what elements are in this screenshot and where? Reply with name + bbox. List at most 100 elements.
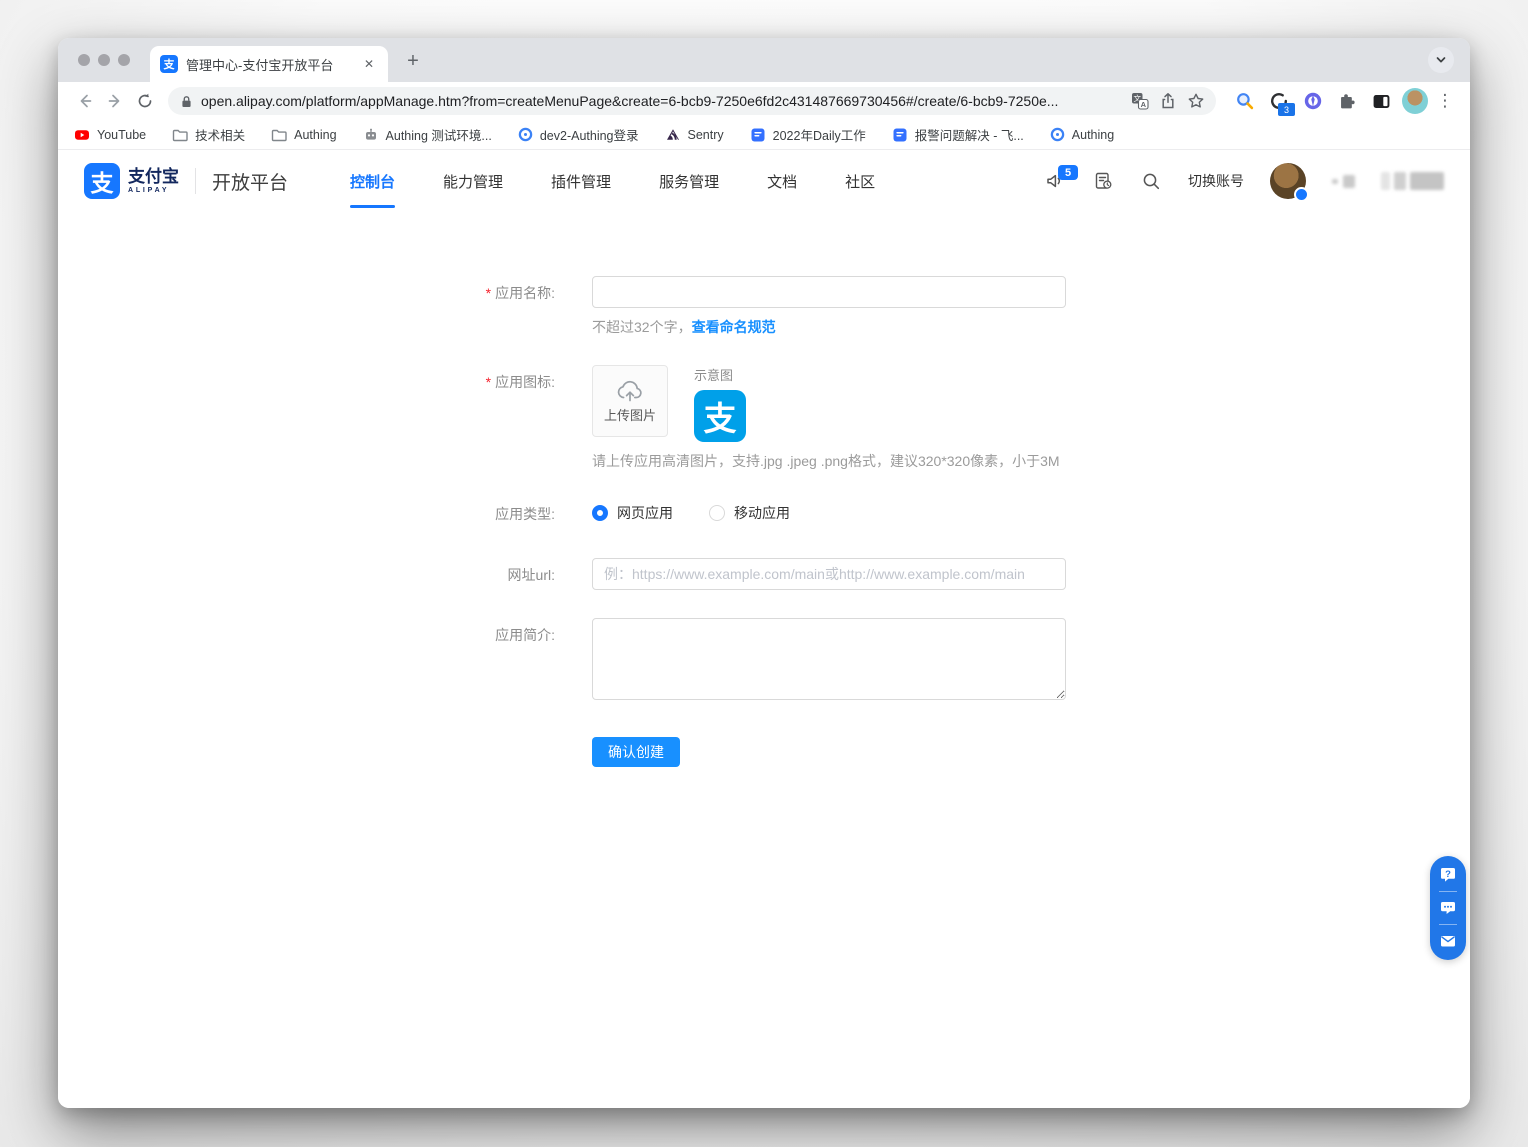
alipay-favicon-icon: 支 (160, 55, 178, 73)
extensions-area: 3 (1234, 90, 1392, 112)
extension-badge: 3 (1278, 103, 1295, 116)
extensions-puzzle-button[interactable] (1336, 90, 1358, 112)
radio-web-app[interactable]: 网页应用 (592, 503, 673, 523)
required-mark: * (486, 285, 491, 301)
user-name-redacted (1332, 175, 1355, 188)
bookmark-daily-doc[interactable]: 2022年Daily工作 (750, 125, 866, 144)
address-bar[interactable]: open.alipay.com/platform/appManage.htm?f… (168, 87, 1216, 115)
header-divider (195, 168, 196, 194)
nav-capability[interactable]: 能力管理 (443, 167, 503, 196)
search-icon (1140, 170, 1162, 192)
nav-docs[interactable]: 文档 (767, 167, 797, 196)
app-name-row: *应用名称: 不超过32个字，查看命名规范 (431, 276, 1151, 337)
switch-account-link[interactable]: 切换账号 (1188, 171, 1244, 191)
search-button[interactable] (1140, 170, 1162, 192)
announcement-button[interactable]: 5 (1044, 170, 1066, 192)
nav-community[interactable]: 社区 (845, 167, 875, 196)
url-text[interactable]: open.alipay.com/platform/appManage.htm?f… (201, 93, 1126, 109)
bookmark-folder-authing[interactable]: Authing (271, 127, 336, 143)
radio-unselected-icon[interactable] (709, 505, 725, 521)
site-url-input[interactable] (592, 558, 1066, 590)
bookmark-dev2-authing[interactable]: dev2-Authing登录 (518, 125, 639, 144)
document-clock-icon (1092, 170, 1114, 192)
extension-search-button[interactable] (1234, 90, 1256, 112)
app-desc-textarea[interactable] (592, 618, 1066, 700)
back-button[interactable] (70, 86, 100, 116)
puzzle-icon (1338, 92, 1357, 111)
share-icon (1159, 92, 1177, 110)
bookmark-star-button[interactable] (1182, 87, 1210, 115)
reload-button[interactable] (130, 86, 160, 116)
share-button[interactable] (1154, 87, 1182, 115)
lock-icon (180, 94, 193, 109)
app-icon-label: *应用图标: (431, 365, 555, 471)
bookmark-authing-test[interactable]: Authing 测试环境... (363, 125, 492, 144)
bookmark-alert-doc[interactable]: 报警问题解决 - 飞... (892, 125, 1024, 144)
user-avatar[interactable] (1270, 163, 1306, 199)
confirm-create-button[interactable]: 确认创建 (592, 737, 680, 767)
cloud-upload-icon (615, 378, 645, 402)
svg-text:?: ? (1445, 869, 1451, 880)
notification-badge: 5 (1058, 165, 1078, 180)
help-bubble-icon: ? (1439, 866, 1457, 884)
translate-button[interactable]: 文A (1126, 87, 1154, 115)
new-tab-button[interactable]: + (400, 48, 426, 74)
upload-label: 上传图片 (604, 405, 656, 424)
extension-loop-button[interactable]: 3 (1268, 90, 1290, 112)
robot-icon (363, 127, 379, 143)
alipay-logo-icon[interactable]: 支 (84, 163, 120, 199)
browser-profile-avatar[interactable] (1402, 88, 1428, 114)
feedback-mail-button[interactable] (1439, 932, 1457, 950)
app-icon-hint: 请上传应用高清图片，支持.jpg .jpeg .png格式，建议320*320像… (592, 451, 1151, 471)
minimize-window-button[interactable] (98, 54, 110, 66)
app-name-input[interactable] (592, 276, 1066, 308)
translate-icon: 文A (1131, 92, 1149, 110)
back-arrow-icon (76, 92, 94, 110)
submit-row: 确认创建 (431, 735, 1151, 767)
nav-plugin[interactable]: 插件管理 (551, 167, 611, 196)
close-tab-icon[interactable]: ✕ (360, 55, 378, 73)
bookmarks-bar: YouTube 技术相关 Authing Authing 测试环境... dev… (58, 120, 1470, 150)
help-button[interactable]: ? (1439, 866, 1457, 884)
floating-help-widget: ? (1430, 856, 1466, 960)
account-text-redacted (1381, 172, 1444, 190)
forward-button[interactable] (100, 86, 130, 116)
browser-menu-button[interactable]: ⋮ (1432, 91, 1458, 111)
zoom-window-button[interactable] (118, 54, 130, 66)
app-icon-row: *应用图标: 上传图片 示意图 支 请上传应用高清图片，支持.jpg .jpeg (431, 365, 1151, 471)
alipay-sample-logo-icon: 支 (694, 390, 746, 442)
bookmark-youtube[interactable]: YouTube (74, 127, 146, 143)
create-app-form: *应用名称: 不超过32个字，查看命名规范 *应用图标: (431, 276, 1151, 767)
close-window-button[interactable] (78, 54, 90, 66)
authing-icon (1050, 127, 1065, 142)
chat-button[interactable] (1439, 899, 1457, 917)
bookmark-folder-tech[interactable]: 技术相关 (172, 125, 245, 144)
browser-tab[interactable]: 支 管理中心-支付宝开放平台 ✕ (150, 46, 388, 82)
window-controls[interactable] (78, 54, 130, 66)
bookmark-sentry[interactable]: Sentry (665, 127, 724, 143)
naming-spec-link[interactable]: 查看命名规范 (692, 319, 776, 335)
side-panel-button[interactable] (1370, 90, 1392, 112)
chevron-down-icon (1434, 53, 1448, 67)
nav-console[interactable]: 控制台 (350, 167, 395, 196)
upload-image-button[interactable]: 上传图片 (592, 365, 668, 437)
sample-caption: 示意图 (694, 365, 746, 384)
side-panel-icon (1372, 92, 1391, 111)
radio-mobile-app[interactable]: 移动应用 (709, 503, 790, 523)
nav-service[interactable]: 服务管理 (659, 167, 719, 196)
sentry-icon (665, 127, 681, 143)
avatar-badge-icon (1294, 187, 1309, 202)
tab-search-button[interactable] (1428, 47, 1454, 73)
tab-strip: 支 管理中心-支付宝开放平台 ✕ + (58, 38, 1470, 82)
app-type-label: 应用类型: (431, 497, 555, 524)
app-desc-label: 应用简介: (431, 618, 555, 705)
authing-icon (518, 127, 533, 142)
bookmark-authing[interactable]: Authing (1050, 127, 1114, 142)
history-doc-button[interactable] (1092, 170, 1114, 192)
radio-selected-icon[interactable] (592, 505, 608, 521)
required-mark: * (486, 374, 491, 390)
sample-block: 示意图 支 (694, 365, 746, 442)
extension-compass-button[interactable] (1302, 90, 1324, 112)
forward-arrow-icon (106, 92, 124, 110)
site-url-row: 网址url: (431, 558, 1151, 590)
